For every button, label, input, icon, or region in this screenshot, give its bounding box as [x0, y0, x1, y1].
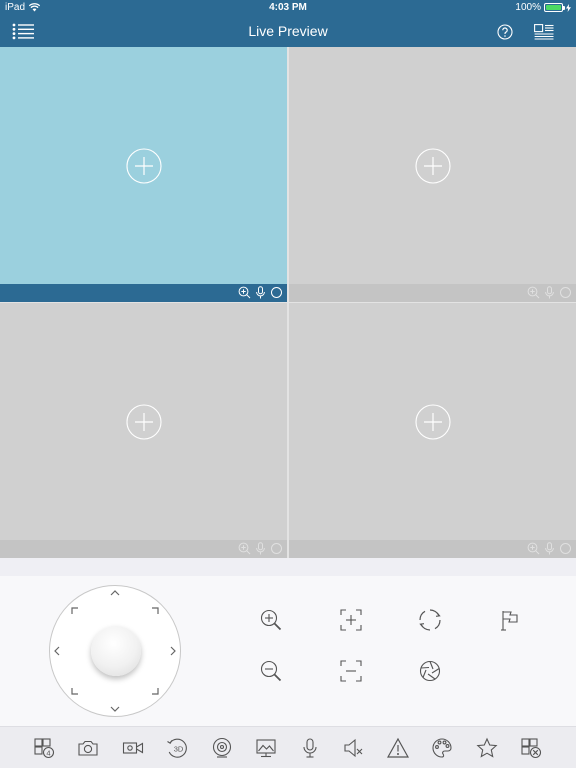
- layout-icon[interactable]: [534, 24, 554, 40]
- add-channel-icon[interactable]: [414, 403, 452, 441]
- focus-far-icon[interactable]: [339, 659, 363, 683]
- add-channel-icon[interactable]: [125, 147, 163, 185]
- window-toolbar: [289, 284, 576, 302]
- zoom-out-icon[interactable]: [259, 659, 283, 683]
- battery-icon: [544, 3, 565, 12]
- record-circle-icon[interactable]: [559, 286, 572, 299]
- microphone-icon[interactable]: [543, 542, 556, 555]
- digital-zoom-icon[interactable]: [238, 542, 251, 555]
- image-adjust-icon[interactable]: [255, 737, 277, 759]
- ptz-joystick[interactable]: [49, 585, 181, 717]
- svg-text:4: 4: [46, 748, 50, 757]
- status-time: 4:03 PM: [269, 2, 307, 13]
- iris-open-icon[interactable]: [418, 608, 442, 632]
- close-all-windows-icon[interactable]: [520, 737, 542, 759]
- add-channel-icon[interactable]: [125, 403, 163, 441]
- status-bar: iPad 4:03 PM 100%: [0, 0, 576, 15]
- fisheye-icon[interactable]: [211, 737, 233, 759]
- iris-close-icon[interactable]: [418, 659, 442, 683]
- add-channel-icon[interactable]: [414, 147, 452, 185]
- ptz-control-panel: [0, 576, 576, 726]
- microphone-icon[interactable]: [254, 542, 267, 555]
- favorite-star-icon[interactable]: [476, 737, 498, 759]
- video-window-3[interactable]: [0, 303, 287, 558]
- mute-speaker-icon[interactable]: [343, 737, 365, 759]
- joystick-knob[interactable]: [91, 626, 141, 676]
- digital-zoom-icon[interactable]: [527, 286, 540, 299]
- video-view[interactable]: [0, 47, 287, 284]
- window-toolbar: [0, 284, 287, 302]
- preset-flag-icon[interactable]: [498, 608, 522, 632]
- microphone-icon[interactable]: [543, 286, 556, 299]
- video-window-1[interactable]: [0, 47, 287, 302]
- help-icon[interactable]: [497, 24, 513, 40]
- video-window-4[interactable]: [289, 303, 576, 558]
- video-grid: [0, 47, 576, 558]
- record-circle-icon[interactable]: [270, 286, 283, 299]
- 3d-positioning-icon[interactable]: 3D: [166, 737, 188, 759]
- window-toolbar: [289, 540, 576, 558]
- bottom-toolbar: 4 3D: [0, 726, 576, 768]
- focus-near-icon[interactable]: [339, 608, 363, 632]
- record-circle-icon[interactable]: [270, 542, 283, 555]
- video-view[interactable]: [289, 303, 576, 540]
- svg-text:3D: 3D: [174, 745, 184, 754]
- talk-microphone-icon[interactable]: [299, 737, 321, 759]
- digital-zoom-icon[interactable]: [527, 542, 540, 555]
- microphone-icon[interactable]: [254, 286, 267, 299]
- video-view[interactable]: [0, 303, 287, 540]
- split-window-icon[interactable]: 4: [33, 737, 55, 759]
- charging-bolt-icon: [566, 3, 571, 12]
- video-window-2[interactable]: [289, 47, 576, 302]
- snapshot-camera-icon[interactable]: [77, 737, 99, 759]
- window-toolbar: [0, 540, 287, 558]
- record-circle-icon[interactable]: [559, 542, 572, 555]
- video-view[interactable]: [289, 47, 576, 284]
- battery-percent: 100%: [515, 2, 541, 13]
- digital-zoom-icon[interactable]: [238, 286, 251, 299]
- alarm-warning-icon[interactable]: [387, 737, 409, 759]
- page-title: Live Preview: [248, 23, 328, 39]
- zoom-in-icon[interactable]: [259, 608, 283, 632]
- color-palette-icon[interactable]: [431, 737, 453, 759]
- record-video-icon[interactable]: [122, 737, 144, 759]
- nav-bar: Live Preview: [0, 15, 576, 47]
